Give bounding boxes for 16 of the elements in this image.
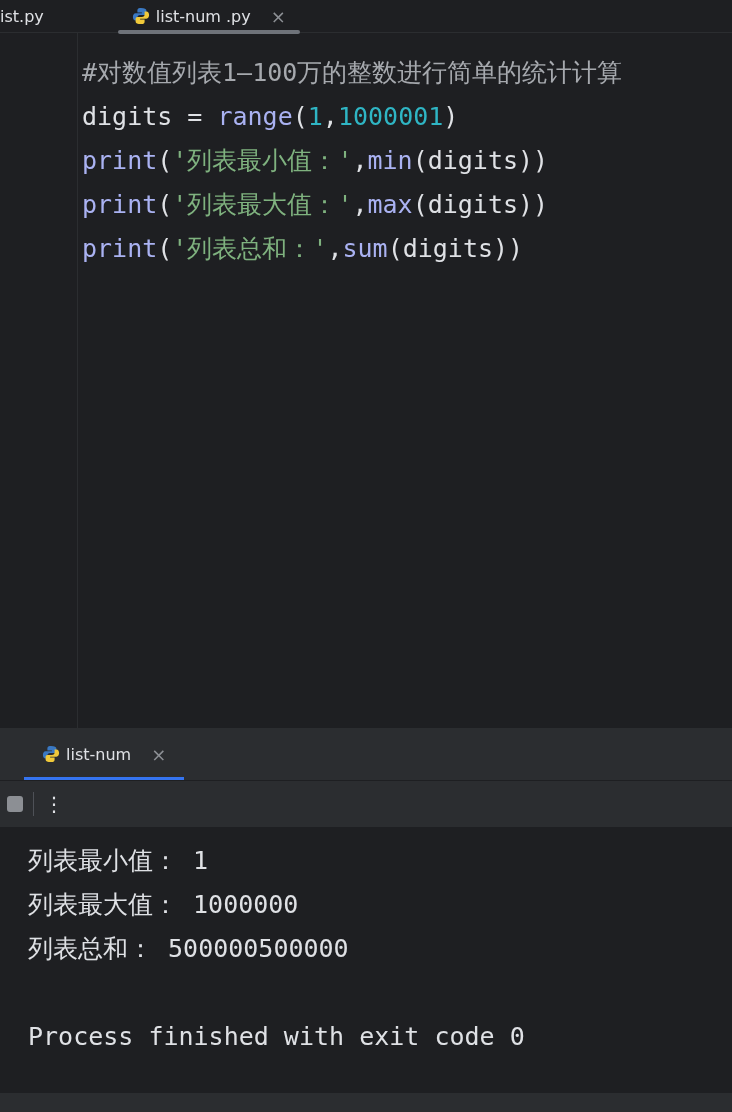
close-icon[interactable]: × [151, 743, 167, 765]
more-button[interactable]: ⋮ [44, 792, 64, 816]
code-line: print('列表最小值：',min(digits)) [82, 145, 550, 177]
python-icon [42, 745, 60, 763]
file-tab[interactable]: list-num .py × [117, 0, 300, 32]
code-line: print('列表最大值：',max(digits)) [82, 189, 550, 221]
output-line: 列表总和： 500000500000 [28, 933, 350, 965]
output-line: 列表最大值： 1000000 [28, 889, 300, 921]
close-icon[interactable]: × [270, 5, 286, 27]
code-line: digits = range(1,1000001) [82, 101, 460, 133]
output-line: 列表最小值： 1 [28, 845, 210, 877]
output-line: Process finished with exit code 0 [28, 1021, 526, 1053]
stop-icon[interactable] [7, 796, 23, 812]
code-line: print('列表总和：',sum(digits)) [82, 233, 525, 265]
code-line: #对数值列表1—100万的整数进行简单的统计计算 [82, 57, 623, 89]
file-tab[interactable]: ist.py [0, 0, 58, 32]
